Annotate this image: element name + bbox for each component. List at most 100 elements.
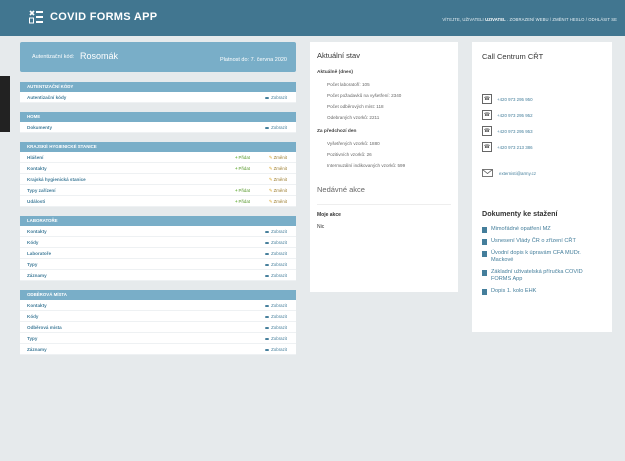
change-link[interactable]: ✎Změnit: [269, 185, 287, 196]
add-link[interactable]: +Přidat: [235, 163, 250, 174]
file-icon: [482, 251, 487, 257]
email-link[interactable]: externisti@army.cz: [499, 171, 536, 176]
doc-link[interactable]: Mimořádné opatření MZ: [491, 226, 551, 233]
doc-link[interactable]: Základní uživatelská příručka COVID FORM…: [491, 269, 602, 283]
stat-line: Pozitivních vzorků: 26: [327, 152, 372, 157]
stat-line: Počet odběrových míst: 118: [327, 104, 384, 109]
view-link[interactable]: Zobrazit: [265, 226, 287, 237]
row-link[interactable]: Autentizační kódy: [27, 95, 66, 100]
add-link[interactable]: +Přidat: [235, 185, 250, 196]
today-heading: Aktuálně (dnes): [317, 70, 353, 75]
prev-heading: Za předchozí den: [317, 129, 357, 134]
table-row: Hlášení +Přidat ✎Změnit: [20, 152, 296, 163]
phone-item: ☎ +420 973 213 386: [482, 139, 602, 155]
doc-item: Úvodní dopis k úpravám CFA MUDr. Mackové: [482, 250, 602, 264]
file-icon: [482, 227, 487, 233]
view-link[interactable]: Zobrazit: [265, 237, 287, 248]
change-link[interactable]: ✎Změnit: [269, 196, 287, 207]
eye-icon: [265, 126, 270, 130]
recent-actions-title: Nedávné akce: [317, 185, 365, 194]
row-link[interactable]: Události: [27, 199, 45, 204]
module-title[interactable]: ODBĚROVÁ MÍSTA: [20, 290, 296, 300]
table-row: Odběrová místa Zobrazit: [20, 322, 296, 333]
view-link[interactable]: Zobrazit: [265, 92, 287, 103]
auth-code-label: Autentizační kód:: [32, 54, 75, 60]
row-link[interactable]: Typy zařízení: [27, 188, 56, 193]
table-row: Laboratoře Zobrazit: [20, 248, 296, 259]
row-link[interactable]: Kontakty: [27, 303, 47, 308]
view-link[interactable]: Zobrazit: [265, 311, 287, 322]
row-link[interactable]: Krajská hygienická stanice: [27, 177, 86, 182]
phone-icon: ☎: [482, 142, 492, 152]
view-link[interactable]: Zobrazit: [265, 322, 287, 333]
phone-icon: ☎: [482, 94, 492, 104]
change-link[interactable]: ✎Změnit: [269, 163, 287, 174]
view-link[interactable]: Zobrazit: [265, 333, 287, 344]
doc-link[interactable]: Dopis 1. kolo EHK: [491, 288, 536, 295]
module-title[interactable]: LABORATOŘE: [20, 216, 296, 226]
view-link[interactable]: Zobrazit: [265, 122, 287, 133]
app-title: COVID FORMS APP: [50, 11, 158, 23]
module-title[interactable]: KRAJSKÉ HYGIENICKÉ STANICE: [20, 142, 296, 152]
file-icon: [482, 270, 487, 276]
doc-link[interactable]: Usnesení Vlády ČR o zřízení CŘT: [491, 238, 576, 245]
view-link[interactable]: Zobrazit: [265, 248, 287, 259]
pencil-icon: ✎: [268, 177, 273, 182]
phone-number[interactable]: +420 973 295 952: [497, 113, 533, 118]
view-link[interactable]: Zobrazit: [265, 344, 287, 355]
row-link[interactable]: Záznamy: [27, 273, 47, 278]
row-link[interactable]: Kódy: [27, 240, 38, 245]
row-link[interactable]: Záznamy: [27, 347, 47, 352]
row-link[interactable]: Kontakty: [27, 229, 47, 234]
change-link[interactable]: ✎Změnit: [269, 174, 287, 185]
user-links[interactable]: . ZOBRAZENÍ WEBU / ZMĚNIT HESLO / ODHLÁS…: [507, 17, 617, 22]
divider: [317, 204, 451, 205]
row-link[interactable]: Typy: [27, 336, 37, 341]
row-link[interactable]: Dokumenty: [27, 125, 52, 130]
module-title[interactable]: HOME: [20, 112, 296, 122]
docs-title: Dokumenty ke stažení: [482, 209, 558, 218]
add-link[interactable]: +Přidat: [235, 196, 250, 207]
eye-icon: [265, 230, 270, 234]
view-link[interactable]: Zobrazit: [265, 259, 287, 270]
file-icon: [482, 289, 487, 295]
phone-number[interactable]: +420 973 213 386: [497, 145, 533, 150]
row-link[interactable]: Laboratoře: [27, 251, 51, 256]
table-row: Typy zařízení +Přidat ✎Změnit: [20, 185, 296, 196]
module-labs: LABORATOŘE Kontakty Zobrazit Kódy Zobraz…: [20, 216, 296, 281]
view-link[interactable]: Zobrazit: [265, 300, 287, 311]
doc-item: Dopis 1. kolo EHK: [482, 288, 602, 295]
change-link[interactable]: ✎Změnit: [269, 152, 287, 163]
row-link[interactable]: Kontakty: [27, 166, 47, 171]
eye-icon: [265, 241, 270, 245]
admin-modules: Autentizační kód: Rosomák Platnost do: 7…: [20, 42, 296, 364]
pencil-icon: ✎: [268, 166, 273, 171]
table-row: Záznamy Zobrazit: [20, 344, 296, 355]
app-logo[interactable]: COVID FORMS APP: [28, 10, 157, 24]
view-link[interactable]: Zobrazit: [265, 270, 287, 281]
table-row: Kontakty +Přidat ✎Změnit: [20, 163, 296, 174]
auth-code-value: Rosomák: [80, 51, 119, 61]
phone-number[interactable]: +420 973 295 953: [497, 129, 533, 134]
module-title[interactable]: AUTENTIZAČNÍ KÓDY: [20, 82, 296, 92]
phone-icon: ☎: [482, 110, 492, 120]
table-row: Typy Zobrazit: [20, 333, 296, 344]
forms-icon: [29, 10, 43, 24]
table-row: Kontakty Zobrazit: [20, 300, 296, 311]
eye-icon: [265, 96, 270, 100]
doc-item: Usnesení Vlády ČR o zřízení CŘT: [482, 238, 602, 245]
doc-item: Základní uživatelská příručka COVID FORM…: [482, 269, 602, 283]
table-row: Události +Přidat ✎Změnit: [20, 196, 296, 207]
table-row: Záznamy Zobrazit: [20, 270, 296, 281]
eye-icon: [265, 252, 270, 256]
row-link[interactable]: Kódy: [27, 314, 38, 319]
doc-link[interactable]: Úvodní dopis k úpravám CFA MUDr. Mackové: [491, 250, 602, 264]
row-link[interactable]: Odběrová místa: [27, 325, 62, 330]
row-link[interactable]: Typy: [27, 262, 37, 267]
add-link[interactable]: +Přidat: [235, 152, 250, 163]
module-khs: KRAJSKÉ HYGIENICKÉ STANICE Hlášení +Přid…: [20, 142, 296, 207]
row-link[interactable]: Hlášení: [27, 155, 43, 160]
eye-icon: [265, 326, 270, 330]
plus-icon: +: [234, 155, 238, 160]
phone-number[interactable]: +420 973 295 950: [497, 97, 533, 102]
